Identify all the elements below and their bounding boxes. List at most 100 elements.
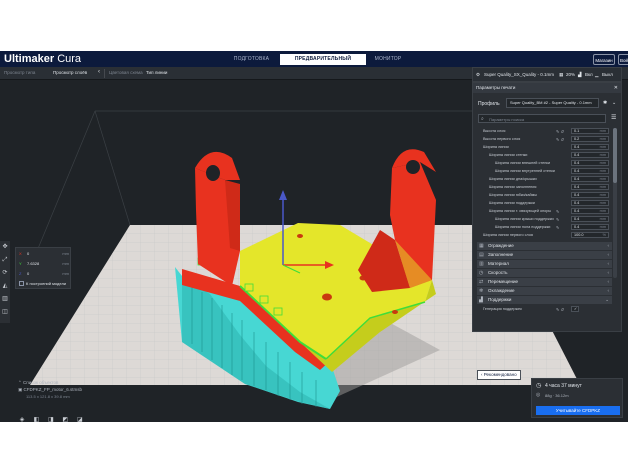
setting-label: Ширина линии внешней стенки [495, 161, 551, 165]
print-settings-panel: Параметры печати ✕ Профиль Super Quality… [472, 82, 622, 380]
tab-monitor[interactable]: МОНИТОР [368, 54, 408, 65]
setting-row[interactable]: Ширина линии юбки/каймы 0.4 mm [477, 192, 612, 199]
setting-value[interactable]: 0.4 mm [571, 160, 609, 166]
setting-value[interactable]: 0.4 mm [571, 176, 609, 182]
star-icon[interactable]: ✱ [603, 100, 607, 106]
scrollbar-thumb[interactable] [613, 128, 617, 183]
x-coordinate-row[interactable]: X 0 mm [19, 251, 69, 259]
setting-edit-icon[interactable]: ✎ [556, 224, 559, 231]
right-view-icon[interactable]: ◪ [76, 416, 84, 422]
settings-menu-icon[interactable]: ☰ [611, 114, 616, 121]
settings-search[interactable]: ⌕ [478, 114, 606, 123]
category-infill[interactable]: ▤ Заполнение ‹ [477, 251, 612, 259]
chevron-left-icon[interactable]: ‹ [98, 69, 100, 75]
setting-unit: mm [599, 193, 606, 197]
color-scheme-dropdown[interactable]: Тип линии [146, 70, 167, 75]
move-tool-icon[interactable]: ✥ [0, 241, 10, 254]
recommended-button[interactable]: ‹ Рекомендовано [477, 370, 521, 380]
per-model-settings-icon[interactable]: ▥ [0, 293, 10, 306]
infill-icon: ▤ [479, 252, 484, 258]
rotate-tool-icon[interactable]: ⟳ [0, 267, 10, 280]
support-blocker-icon[interactable]: ◫ [0, 306, 10, 319]
marketplace-button[interactable]: Магазин [593, 54, 615, 65]
object-list-toggle[interactable]: ⌃ Список объектов [18, 379, 128, 386]
print-time: 4 часа 37 минут [545, 383, 582, 389]
setting-value[interactable]: 0.4 mm [571, 144, 609, 150]
setting-value[interactable]: 0.4 mm [571, 208, 609, 214]
profile-dropdown[interactable]: Super Quality_BM #2 - Super Quality - 0.… [506, 98, 599, 108]
z-coordinate-value[interactable]: 0 [27, 271, 29, 276]
cura-window: Ultimaker Cura ПОДГОТОВКА ПРЕДВАРИТЕЛЬНЫ… [0, 51, 628, 422]
setting-label: Ширина линии первого слоя [483, 233, 533, 237]
top-view-icon[interactable]: ◨ [47, 416, 55, 422]
app-logo: Ultimaker Cura [4, 53, 81, 65]
setting-row[interactable]: Ширина линии стенки 0.4 mm [477, 152, 612, 159]
chevron-down-icon[interactable]: ⌄ [612, 100, 616, 106]
setting-row[interactable]: Ширина линии дна/крышки 0.4 mm [477, 176, 612, 183]
object-file-row[interactable]: ▣ CFDPKZ_FP_motor_6.stmsb [18, 386, 128, 393]
setting-row[interactable]: Ширина линии пола поддержки ✎ 0.4 mm [477, 224, 612, 231]
setting-edit-icon[interactable]: ✎ ↺ [556, 136, 564, 143]
front-view-icon[interactable]: ◧ [32, 416, 40, 422]
setting-row[interactable]: Ширина линии первого слоя 100.0% [477, 232, 612, 239]
object-dimensions: 113.5 x 121.8 x 39.8 mm [26, 394, 70, 399]
setting-row[interactable]: Ширина линии т. связующей опоры ✎ 0.4 mm [477, 208, 612, 215]
left-view-icon[interactable]: ◩ [61, 416, 69, 422]
category-shell[interactable]: ▦ Ограждение ‹ [477, 242, 612, 250]
setting-value-text: 0.4 [574, 153, 580, 157]
setting-edit-icon[interactable]: ✎ [556, 216, 559, 223]
category-travel[interactable]: ⇄ Перемещение ‹ [477, 278, 612, 286]
setting-value[interactable]: 0.4 mm [571, 224, 609, 230]
output-panel: ◷ 4 часа 37 минут ◎ 88g · 36.12m Учитыва… [531, 378, 623, 418]
category-speed[interactable]: ◷ Скорость ‹ [477, 269, 612, 277]
drop-to-plate-checkbox[interactable] [19, 281, 24, 286]
setting-row-generate-support[interactable]: Генерация поддержек ✎ ↺ ✓ [477, 306, 612, 313]
setting-unit: mm [599, 201, 606, 205]
x-coordinate-value[interactable]: 0 [27, 251, 29, 256]
setting-value[interactable]: 0.4 mm [571, 200, 609, 206]
setting-row[interactable]: Высота первого слоя ✎ ↺ 0.2 mm [477, 136, 612, 143]
generate-support-checkbox[interactable]: ✓ [571, 306, 579, 312]
z-coordinate-unit: mm [62, 271, 69, 276]
search-input[interactable] [489, 116, 599, 122]
setting-edit-icon[interactable]: ✎ ↺ [556, 306, 564, 313]
setting-value-text: 0.4 [574, 169, 580, 173]
y-coordinate-row[interactable]: Y 7.6328 mm [19, 261, 69, 269]
scale-tool-icon[interactable]: ⤢ [0, 254, 10, 267]
object-actions: ◈ ◧ ◨ ◩ ◪ [18, 408, 86, 422]
category-cooling[interactable]: ❄ Охлаждение ‹ [477, 287, 612, 295]
tab-preview[interactable]: ПРЕДВАРИТЕЛЬНЫЙ ПРОСМОТР [280, 54, 366, 73]
category-support[interactable]: ▟ Поддержки ⌄ [477, 296, 612, 304]
setting-value[interactable]: 0.4 mm [571, 152, 609, 158]
setting-row[interactable]: Ширина линии 0.4 mm [477, 144, 612, 151]
setting-value[interactable]: 0.1 mm [571, 128, 609, 134]
setting-row[interactable]: Ширина линии поддержки 0.4 mm [477, 200, 612, 207]
setting-value[interactable]: 0.4 mm [571, 184, 609, 190]
settings-scrollbar[interactable] [613, 128, 617, 278]
category-material[interactable]: ▥ Материал ‹ [477, 260, 612, 268]
setting-value[interactable]: 100.0% [571, 232, 609, 238]
setting-row[interactable]: Ширина линии заполнения 0.4 mm [477, 184, 612, 191]
y-coordinate-value[interactable]: 7.6328 [27, 261, 39, 266]
setting-value[interactable]: 0.2 mm [571, 136, 609, 142]
close-icon[interactable]: ✕ [614, 83, 618, 93]
setting-edit-icon[interactable]: ✎ ↺ [556, 128, 564, 135]
setting-row[interactable]: Ширина линии крыши поддержки ✎ 0.4 mm [477, 216, 612, 223]
setting-row[interactable]: Ширина линии внешней стенки 0.4 mm [477, 160, 612, 167]
view-type-dropdown[interactable]: Просмотр слоёв [53, 70, 87, 75]
setting-value[interactable]: 0.4 mm [571, 192, 609, 198]
setting-value[interactable]: 0.4 mm [571, 216, 609, 222]
z-coordinate-row[interactable]: Z 0 mm [19, 271, 69, 279]
cube-view-icon[interactable]: ◈ [18, 416, 26, 422]
y-coordinate-unit: mm [62, 261, 69, 266]
save-to-disk-button[interactable]: Учитывайте CFDPKZ [536, 406, 620, 415]
tab-prepare[interactable]: ПОДГОТОВКА [224, 54, 279, 65]
setting-edit-icon[interactable]: ✎ [556, 208, 559, 215]
mirror-tool-icon[interactable]: ◭ [0, 280, 10, 293]
setting-row[interactable]: Ширина линии внутренней стенки 0.4 mm [477, 168, 612, 175]
setting-row[interactable]: Высота слоя ✎ ↺ 0.1 mm [477, 128, 612, 135]
setting-value[interactable]: 0.4 mm [571, 168, 609, 174]
setting-value-text: 0.4 [574, 161, 580, 165]
print-setup-summary[interactable]: ⚙ Super Quality_SX_Quality - 0.1mm ▦ 20%… [472, 67, 622, 82]
signin-button[interactable]: Вой [618, 54, 628, 65]
